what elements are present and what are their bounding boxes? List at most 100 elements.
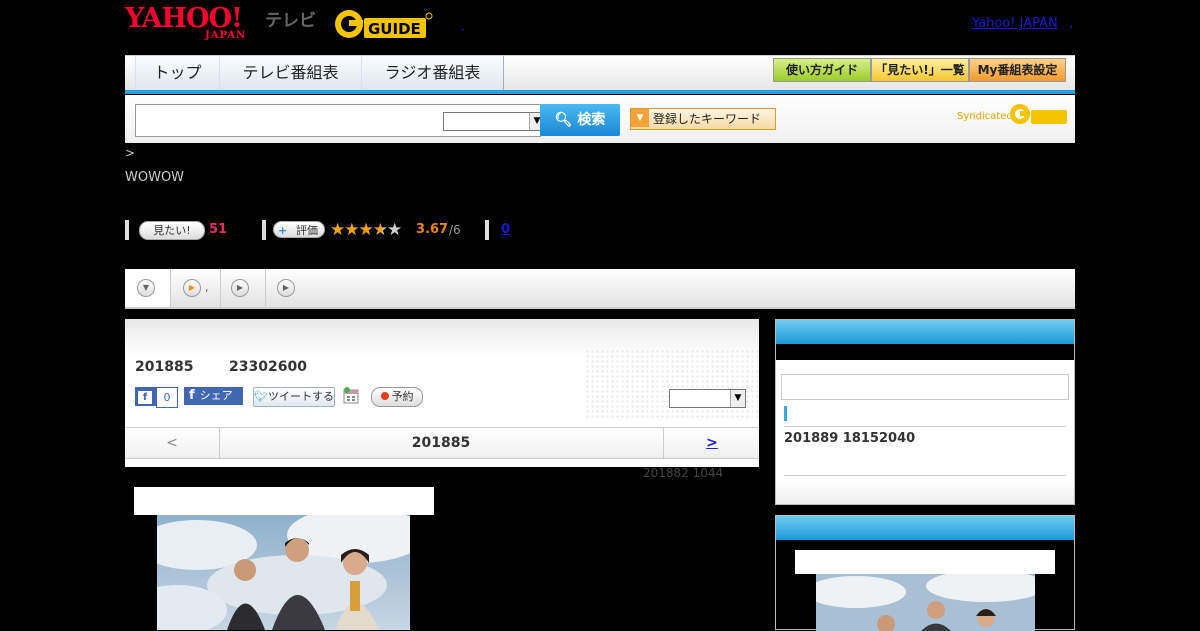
section-marker	[784, 406, 787, 421]
sidebar-related	[775, 515, 1075, 631]
program-photo	[157, 515, 410, 630]
plus-icon: +	[278, 224, 288, 237]
rate-button[interactable]: + 評価	[273, 221, 325, 238]
tab-label: テレビ番組表	[242, 63, 339, 82]
tab-tv-listings[interactable]: テレビ番組表	[219, 56, 362, 90]
tab-label: ラジオ番組表	[384, 63, 481, 82]
sidebar-footer	[776, 480, 1074, 504]
nav-divider	[125, 90, 1075, 94]
facebook-icon: f	[138, 391, 152, 404]
tab-top[interactable]: トップ	[135, 56, 220, 90]
star-icon: ★	[372, 220, 388, 240]
divider	[262, 220, 266, 240]
want-to-watch-list-button[interactable]: 「見たい!」一覧	[871, 58, 969, 82]
broadcast-date: 201885	[135, 359, 194, 375]
how-to-guide-button[interactable]: 使い方ガイド	[773, 58, 871, 82]
current-date: 201885	[411, 435, 471, 451]
twitter-bird-icon: 🐦︎	[254, 390, 268, 403]
search-category-select[interactable]: ▼	[443, 112, 545, 131]
facebook-like-count: 0	[156, 387, 178, 408]
japan-logo-text: JAPAN	[205, 30, 247, 41]
date-navigation: < 201885 >	[125, 427, 759, 459]
calendar-add-icon[interactable]	[343, 387, 359, 404]
registered-keywords-button[interactable]: ▼ 登録したキーワード	[630, 108, 776, 130]
sidebar-header	[776, 516, 1074, 540]
divider	[125, 220, 129, 240]
want-to-watch-list-label: 「見たい!」一覧	[875, 63, 965, 77]
broadcast-time: 23302600	[229, 359, 307, 375]
gguide-small-icon	[1010, 104, 1067, 124]
search-button-label: 検索	[577, 112, 606, 128]
tab-label: ,	[205, 281, 209, 294]
star-icon: ★	[330, 220, 345, 240]
program-image	[157, 515, 410, 630]
rate-label: 評価	[296, 224, 318, 237]
play-icon: ▶	[277, 279, 295, 297]
yahoo-japan-logo[interactable]: YAHOO! JAPAN	[125, 4, 265, 44]
previous-date-button[interactable]: <	[125, 428, 220, 458]
next-broadcast-datetime[interactable]: 201889 18152040	[784, 431, 915, 446]
related-photo	[816, 574, 1035, 631]
tweet-button[interactable]: 🐦︎ツイートする	[253, 387, 335, 407]
rating-row: 見たい! 51 + 評価 ★★★★★ 3.67 /6 0	[125, 220, 725, 240]
play-icon: ▶	[183, 279, 201, 297]
rating-score: 3.67	[416, 222, 449, 237]
facebook-share-label: シェア	[199, 389, 233, 402]
header-separator: ,	[461, 20, 465, 33]
gguide-logo-label: GUIDE	[368, 20, 421, 38]
triangle-down-icon: ▼	[631, 109, 649, 127]
tv-logo-text: テレビ	[265, 11, 316, 31]
my-listings-settings-label: My番組表設定	[977, 63, 1058, 77]
gguide-logo-icon: GUIDE	[335, 10, 433, 38]
star-icon: ★	[358, 220, 374, 240]
tab-radio-listings[interactable]: ラジオ番組表	[361, 56, 504, 90]
related-program-image[interactable]	[816, 574, 1035, 631]
record-reservation-button[interactable]: 予約	[371, 387, 423, 407]
facebook-icon: f	[189, 388, 195, 403]
next-date-link[interactable]: >	[663, 428, 760, 458]
gguide-logo[interactable]: GUIDE	[334, 8, 434, 40]
update-info: 201882 1044	[643, 466, 724, 480]
want-to-watch-count: 51	[209, 222, 228, 237]
divider	[784, 475, 1066, 476]
sidebar-header	[776, 320, 1074, 344]
tab-label: トップ	[153, 63, 202, 82]
tab-cast[interactable]: ▶ ,	[171, 269, 221, 307]
yahoo-japan-link[interactable]: Yahoo! JAPAN	[972, 16, 1058, 31]
sidebar-next-broadcast: 201889 18152040	[775, 319, 1075, 505]
chevron-down-icon: ▼	[730, 390, 745, 407]
search-icon: 🔍︎	[554, 112, 573, 128]
tweet-label: ツイートする	[267, 390, 334, 403]
chevron-down-icon: ▼	[137, 279, 155, 297]
breadcrumb[interactable]: >	[125, 146, 135, 160]
play-icon: ▶	[231, 279, 249, 297]
want-to-watch-label: 見たい!	[153, 224, 191, 237]
facebook-share-button[interactable]: f シェア	[184, 387, 243, 405]
image-caption-bar	[134, 487, 434, 515]
program-select[interactable]: ▼	[669, 389, 746, 408]
my-listings-settings-button[interactable]: My番組表設定	[969, 58, 1066, 82]
divider	[784, 426, 1066, 427]
star-icon: ★	[344, 220, 359, 240]
channel-name: WOWOW	[125, 170, 185, 185]
divider	[485, 220, 489, 240]
search-bar: ▼ 🔍︎ 検索 ▼ 登録したキーワード Syndicated	[125, 95, 1075, 143]
program-detail-panel: 201885 23302600 f 0 f シェア 🐦︎ツイートする 予約 ▼ <…	[125, 319, 759, 467]
star-rating: ★★★★★	[330, 220, 402, 240]
search-button[interactable]: 🔍︎ 検索	[540, 104, 620, 136]
related-caption-bar	[795, 550, 1055, 574]
sidebar-info-box	[781, 374, 1069, 400]
syndicated-label: Syndicated	[957, 111, 1013, 122]
main-nav: トップ テレビ番組表 ラジオ番組表 使い方ガイド 「見たい!」一覧 My番組表設…	[125, 55, 1075, 92]
tab-reviews[interactable]: ▶	[221, 269, 266, 307]
syndicated-gguide-logo	[1009, 102, 1069, 126]
record-dot-icon	[380, 392, 389, 400]
tab-related[interactable]: ▶	[266, 269, 296, 307]
search-input[interactable]: ▼	[135, 104, 545, 137]
tab-detail[interactable]: ▼	[125, 269, 171, 307]
how-to-guide-label: 使い方ガイド	[785, 63, 858, 77]
review-count-link[interactable]: 0	[501, 222, 510, 237]
want-to-watch-button[interactable]: 見たい!	[139, 221, 205, 240]
rating-count: /6	[449, 223, 461, 237]
record-reservation-label: 予約	[391, 390, 414, 403]
